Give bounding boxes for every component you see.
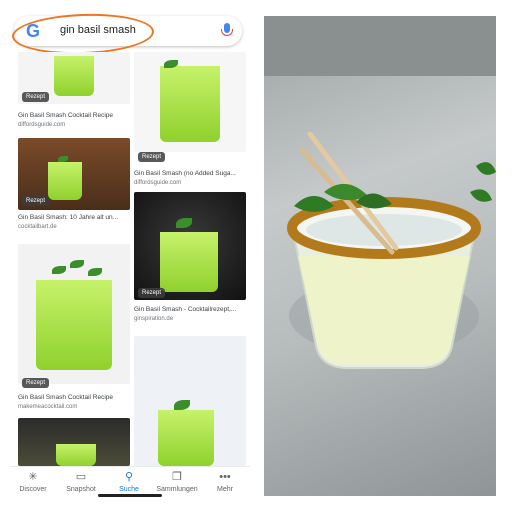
- tab-label: Mehr: [217, 486, 233, 493]
- result-image: [18, 418, 130, 466]
- basil-leaf-icon: [176, 218, 192, 228]
- basil-leaf-icon: [476, 162, 496, 175]
- recipe-badge: Rezept: [138, 152, 166, 162]
- home-indicator: [98, 494, 162, 497]
- tab-discover[interactable]: ✳ Discover: [10, 471, 56, 493]
- tab-snapshot[interactable]: ▭ Snapshot: [58, 471, 104, 493]
- result-image: [134, 52, 246, 152]
- basil-leaf-icon: [70, 260, 84, 268]
- basil-leaf-icon: [174, 400, 190, 410]
- asterisk-icon: ✳: [28, 471, 38, 483]
- result-title[interactable]: Gin Basil Smash (no Added Suga...: [134, 170, 246, 177]
- drink-liquid: [298, 256, 470, 364]
- tab-label: Discover: [19, 486, 47, 493]
- basil-leaf-icon: [52, 266, 66, 274]
- result-source: diffordsguide.com: [18, 122, 66, 128]
- cocktail-glass: [36, 280, 112, 370]
- recipe-badge: Rezept: [22, 378, 50, 388]
- basil-leaf-icon: [470, 189, 492, 202]
- result-image: [134, 336, 246, 466]
- cocktail-glass: [160, 232, 218, 292]
- result-source: ginspiration.de: [134, 316, 174, 322]
- result-image: [134, 192, 246, 300]
- result-card[interactable]: [134, 336, 246, 466]
- result-title[interactable]: Gin Basil Smash Cocktail Recipe: [18, 394, 130, 401]
- result-source: cocktailbart.de: [18, 224, 57, 230]
- snapshot-icon: ▭: [75, 471, 87, 483]
- result-title[interactable]: Gin Basil Smash: 10 Jahre alt un...: [18, 214, 130, 221]
- tab-mehr[interactable]: ••• Mehr: [202, 471, 248, 493]
- search-icon: ⚲: [124, 471, 134, 483]
- result-card[interactable]: Rezept Gin Basil Smash Cocktail Recipe d…: [18, 52, 130, 132]
- cocktail-glass: [54, 56, 94, 96]
- result-source: makemeacocktail.com: [18, 404, 78, 410]
- tab-label: Snapshot: [66, 486, 96, 493]
- result-card[interactable]: Rezept Gin Basil Smash (no Added Suga...…: [134, 52, 246, 192]
- recipe-badge: Rezept: [22, 196, 50, 206]
- more-icon: •••: [219, 471, 231, 483]
- tab-label: Suche: [119, 486, 139, 493]
- collections-icon: ❐: [172, 471, 182, 483]
- result-card[interactable]: Rezept Gin Basil Smash: 10 Jahre alt un.…: [18, 138, 130, 238]
- result-title[interactable]: Gin Basil Smash Cocktail Recipe: [18, 112, 130, 119]
- google-app-screenshot: G gin basil smash Rezept Gin Basil Smash…: [10, 8, 250, 498]
- cocktail-illustration: [264, 16, 496, 369]
- result-card[interactable]: Rezept Gin Basil Smash - Cocktailrezept,…: [134, 192, 246, 332]
- cocktail-photo: [264, 16, 496, 496]
- result-card[interactable]: Rezept Gin Basil Smash Cocktail Recipe m…: [18, 244, 130, 414]
- tab-label: Sammlungen: [156, 486, 198, 493]
- result-card[interactable]: [18, 418, 130, 466]
- cocktail-glass: [158, 410, 214, 466]
- basil-leaf-icon: [88, 268, 102, 276]
- tab-suche[interactable]: ⚲ Suche: [106, 471, 152, 493]
- background-blur: [264, 16, 496, 76]
- microphone-icon[interactable]: [221, 23, 233, 36]
- result-title[interactable]: Gin Basil Smash - Cocktailrezept,...: [134, 306, 246, 313]
- result-image: [18, 244, 130, 384]
- cocktail-glass: [48, 162, 82, 200]
- cocktail-glass: [56, 444, 96, 466]
- recipe-badge: Rezept: [22, 92, 50, 102]
- tab-sammlungen[interactable]: ❐ Sammlungen: [154, 471, 200, 493]
- result-source: diffordsguide.com: [134, 180, 182, 186]
- cocktail-glass: [160, 66, 220, 142]
- recipe-badge: Rezept: [138, 288, 166, 298]
